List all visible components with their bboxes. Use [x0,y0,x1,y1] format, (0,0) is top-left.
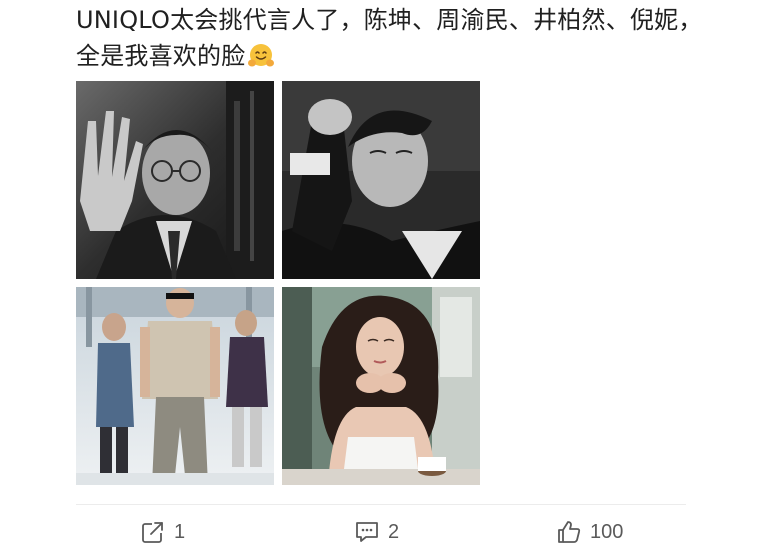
comment-button[interactable]: 2 [354,514,399,550]
comment-count: 2 [388,520,400,543]
photo-thumbnail-4[interactable] [282,287,480,485]
photo-3-image [76,287,274,485]
divider [76,504,686,505]
photo-grid [76,81,480,485]
thumbs-up-icon [556,519,582,545]
comment-icon [354,519,380,545]
photo-thumbnail-1[interactable] [76,81,274,279]
post-text: UNIQLO太会挑代言人了，陈坤、周渝民、井柏然、倪妮，全是我喜欢的脸 [76,2,716,74]
repost-icon [140,519,166,545]
photo-thumbnail-2[interactable] [282,81,480,279]
hugging-face-emoji-icon [247,42,275,70]
repost-button[interactable]: 1 [140,514,185,550]
photo-1-image [76,81,274,279]
action-bar: 1 2 100 [0,514,760,550]
like-count: 100 [590,520,624,543]
repost-count: 1 [174,520,186,543]
photo-thumbnail-3[interactable] [76,287,274,485]
post-body: UNIQLO太会挑代言人了，陈坤、周渝民、井柏然、倪妮，全是我喜欢的脸 [76,6,703,70]
like-button[interactable]: 100 [556,514,623,550]
photo-4-image [282,287,480,485]
photo-2-image [282,81,480,279]
